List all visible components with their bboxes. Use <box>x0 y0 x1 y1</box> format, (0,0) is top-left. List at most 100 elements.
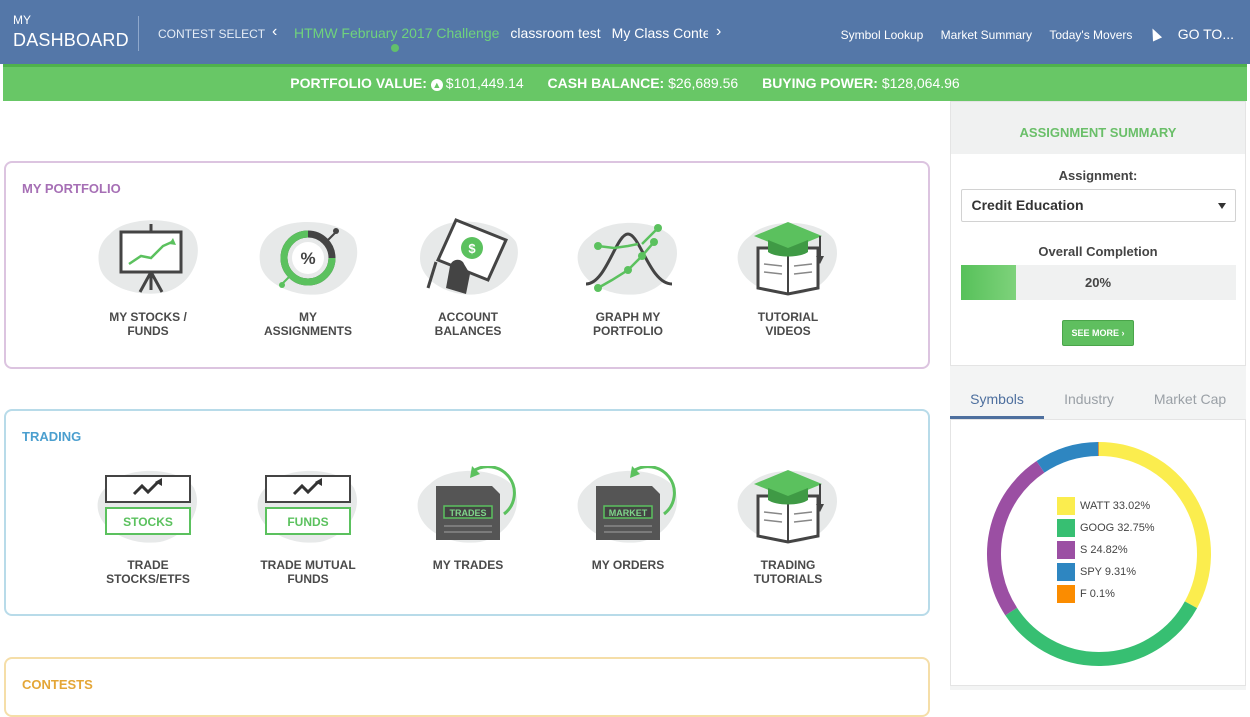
tile-label-line2: VIDEOS <box>723 324 853 338</box>
trade-stocks-etfs-tile[interactable]: STOCKS TRADESTOCKS/ETFS <box>83 466 213 586</box>
donut-slice-s[interactable] <box>994 467 1040 612</box>
allocation-tabs: Symbols Industry Market Cap <box>950 379 1246 419</box>
assignment-selected-value: Credit Education <box>972 197 1084 213</box>
account-balances-tile[interactable]: $ ACCOUNTBALANCES <box>403 218 533 338</box>
caret-down-icon <box>1218 203 1226 209</box>
legend-swatch <box>1057 519 1075 537</box>
my-orders-tile[interactable]: MARKET MY ORDERS <box>563 466 693 572</box>
completion-progress-bar: 20% <box>961 265 1236 300</box>
market-summary-link[interactable]: Market Summary <box>941 28 1032 42</box>
tile-label-line1: TRADING <box>723 558 853 572</box>
symbol-lookup-link[interactable]: Symbol Lookup <box>841 28 924 42</box>
trading-tutorials-tile[interactable]: TRADINGTUTORIALS <box>723 466 853 586</box>
tile-label-line1: TRADE <box>83 558 213 572</box>
graph-my-portfolio-tile[interactable]: GRAPH MYPORTFOLIO <box>563 218 693 338</box>
tab-industry[interactable]: Industry <box>1044 379 1134 419</box>
buying-power-amount: $128,064.96 <box>882 75 960 91</box>
stocks-badge-text: STOCKS <box>123 515 173 529</box>
brand-big-text: DASHBOARD <box>13 31 129 49</box>
top-navigation-bar: MY DASHBOARD CONTEST SELECT ‹ HTMW Febru… <box>0 0 1250 64</box>
legend-swatch <box>1057 563 1075 581</box>
svg-text:$: $ <box>468 241 476 256</box>
right-panel: ASSIGNMENT SUMMARY Assignment: Credit Ed… <box>950 101 1246 690</box>
graduation-book-icon <box>736 466 840 546</box>
money-hand-icon: $ <box>416 218 520 298</box>
contest-select-label: CONTEST SELECT <box>158 27 265 41</box>
tile-label-line2: PORTFOLIO <box>563 324 693 338</box>
legend-item-spy: SPY 9.31% <box>1057 563 1155 585</box>
donut-slice-spy[interactable] <box>1040 449 1098 467</box>
arrow-up-circle-icon: ▲ <box>431 79 443 91</box>
tab-symbols[interactable]: Symbols <box>950 379 1044 419</box>
cash-balance-label: CASH BALANCE: <box>548 75 665 91</box>
my-assignments-tile[interactable]: % MYASSIGNMENTS <box>243 218 373 338</box>
legend-label: S 24.82% <box>1080 544 1128 556</box>
see-more-button[interactable]: SEE MORE › <box>1062 320 1134 346</box>
contest-next-arrow-icon[interactable]: › <box>716 23 721 41</box>
trade-stocks-icon: STOCKS <box>96 466 200 546</box>
donut-slice-goog[interactable] <box>1011 605 1191 659</box>
legend-label: SPY 9.31% <box>1080 566 1136 578</box>
header-divider <box>138 16 139 51</box>
tile-label-line2: BALANCES <box>403 324 533 338</box>
market-badge-text: MARKET <box>609 508 648 518</box>
trade-mutual-funds-tile[interactable]: FUNDS TRADE MUTUALFUNDS <box>243 466 373 586</box>
goto-menu[interactable]: GO TO... <box>1150 26 1234 42</box>
tile-label-line1: MY TRADES <box>403 558 533 572</box>
legend-label: WATT 33.02% <box>1080 500 1150 512</box>
cash-balance: CASH BALANCE: $26,689.56 <box>548 75 739 91</box>
dashboard-brand[interactable]: MY DASHBOARD <box>13 14 129 49</box>
tile-label-line2: ASSIGNMENTS <box>243 324 373 338</box>
my-portfolio-title: MY PORTFOLIO <box>22 181 121 196</box>
tile-label-line1: TUTORIAL <box>723 310 853 324</box>
tile-label-line1: MY <box>243 310 373 324</box>
overall-completion-label: Overall Completion <box>951 244 1245 259</box>
portfolio-value-label: PORTFOLIO VALUE: <box>290 75 427 91</box>
percent-donut-icon: % <box>256 218 360 298</box>
tile-label-line2: STOCKS/ETFS <box>83 572 213 586</box>
tab-market-cap[interactable]: Market Cap <box>1144 379 1236 419</box>
presentation-chart-icon <box>96 218 200 298</box>
cursor-icon <box>1148 26 1162 41</box>
buying-power: BUYING POWER: $128,064.96 <box>762 75 960 91</box>
top-links: Symbol Lookup Market Summary Today's Mov… <box>827 26 1234 42</box>
my-trades-tile[interactable]: TRADES MY TRADES <box>403 466 533 572</box>
contest-tab-label: HTMW February 2017 Challenge <box>294 25 499 41</box>
tile-label-line2: FUNDS <box>243 572 373 586</box>
assignment-label: Assignment: <box>951 168 1245 183</box>
trading-card: TRADING STOCKS TRADESTOCKS/ETFS FUNDS <box>4 409 930 616</box>
buying-power-label: BUYING POWER: <box>762 75 878 91</box>
legend-swatch <box>1057 497 1075 515</box>
legend-label: GOOG 32.75% <box>1080 522 1155 534</box>
tile-label-line1: GRAPH MY <box>563 310 693 324</box>
my-stocks-funds-tile[interactable]: MY STOCKS /FUNDS <box>83 218 213 338</box>
tile-label-line2: FUNDS <box>83 324 213 338</box>
active-contest-dot <box>391 44 399 52</box>
cash-balance-amount: $26,689.56 <box>668 75 738 91</box>
tile-label-line1: TRADE MUTUAL <box>243 558 373 572</box>
tile-label-line2: TUTORIALS <box>723 572 853 586</box>
assignment-select[interactable]: Credit Education <box>961 189 1236 222</box>
contest-prev-arrow-icon[interactable]: ‹ <box>272 23 277 41</box>
contest-tab-htmw-february[interactable]: HTMW February 2017 Challenge <box>294 25 499 41</box>
portfolio-value: PORTFOLIO VALUE: ▲$101,449.14 <box>290 75 523 91</box>
account-summary-bar: PORTFOLIO VALUE: ▲$101,449.14 CASH BALAN… <box>3 64 1247 101</box>
legend-item-watt: WATT 33.02% <box>1057 497 1155 519</box>
completion-percent: 20% <box>961 265 1236 300</box>
tutorial-videos-tile[interactable]: TUTORIALVIDEOS <box>723 218 853 338</box>
allocation-legend: WATT 33.02%GOOG 32.75%S 24.82%SPY 9.31%F… <box>1057 497 1155 607</box>
contest-tab-classroom-test[interactable]: classroom test <box>510 25 600 41</box>
contest-tabs: HTMW February 2017 Challenge classroom te… <box>294 25 708 55</box>
orders-document-icon: MARKET <box>576 466 680 546</box>
legend-item-s: S 24.82% <box>1057 541 1155 563</box>
graduation-book-icon <box>736 218 840 298</box>
todays-movers-link[interactable]: Today's Movers <box>1049 28 1132 42</box>
graph-curve-icon <box>576 218 680 298</box>
trades-badge-text: TRADES <box>449 508 486 518</box>
contest-tab-my-class-contest[interactable]: My Class Contest <box>612 25 708 41</box>
brand-small-text: MY <box>13 14 129 26</box>
contests-card: CONTESTS <box>4 657 930 717</box>
goto-label: GO TO... <box>1178 26 1234 42</box>
legend-swatch <box>1057 541 1075 559</box>
trades-document-icon: TRADES <box>416 466 520 546</box>
